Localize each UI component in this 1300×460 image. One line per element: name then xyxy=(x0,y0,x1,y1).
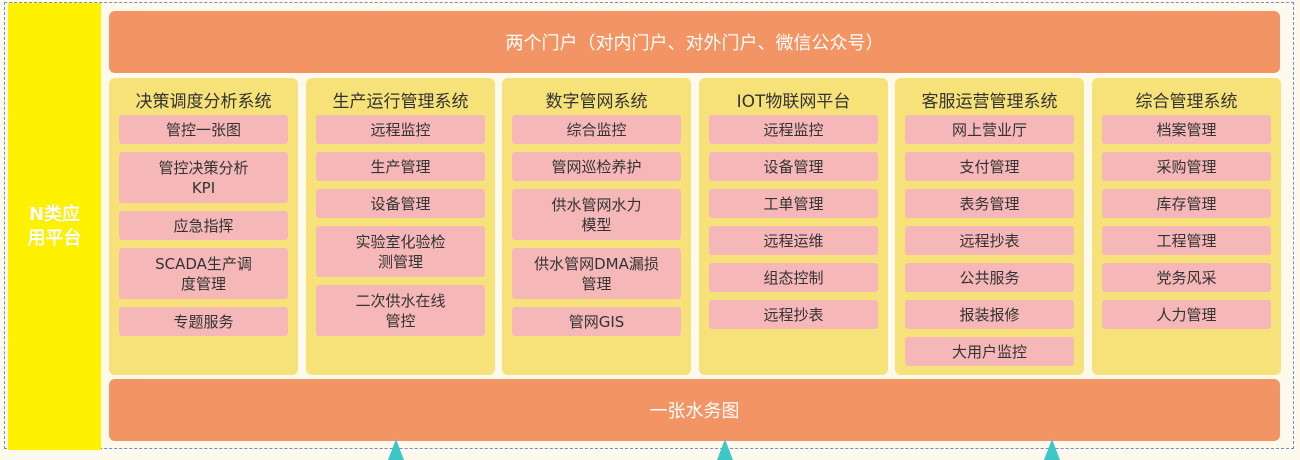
module-item: 远程抄表 xyxy=(709,300,878,329)
up-arrow-icon xyxy=(1044,439,1060,460)
up-arrow-icon xyxy=(388,439,404,460)
module-item: 生产管理 xyxy=(316,152,485,181)
module-item: 远程监控 xyxy=(709,115,878,144)
system-column: IOT物联网平台远程监控设备管理工单管理远程运维组态控制远程抄表 xyxy=(699,78,888,375)
system-column-title: 决策调度分析系统 xyxy=(135,92,272,112)
system-column: 综合管理系统档案管理采购管理库存管理工程管理党务风采人力管理 xyxy=(1092,78,1281,375)
module-item: 专题服务 xyxy=(119,307,288,336)
module-item: 档案管理 xyxy=(1102,115,1271,144)
system-column: 客服运营管理系统网上营业厅支付管理表务管理远程抄表公共服务报装报修大用户监控 xyxy=(895,78,1084,375)
module-item: 网上营业厅 xyxy=(905,115,1074,144)
water-map-band: 一张水务图 xyxy=(109,379,1280,441)
module-item: 二次供水在线 管控 xyxy=(316,285,485,336)
module-item: 设备管理 xyxy=(316,189,485,218)
module-item: 管控一张图 xyxy=(119,115,288,144)
module-item: 工单管理 xyxy=(709,189,878,218)
portal-band-label: 两个门户（对内门户、对外门户、微信公众号） xyxy=(505,33,884,54)
system-column: 数字管网系统综合监控管网巡检养护供水管网水力 模型 供水管网DMA漏损 管理管网G… xyxy=(502,78,691,375)
module-item: 供水管网DMA漏损 管理 xyxy=(512,248,681,299)
platform-label: N类应用平台 xyxy=(27,203,82,249)
module-item: 远程抄表 xyxy=(905,226,1074,255)
module-item: 应急指挥 xyxy=(119,211,288,240)
water-map-band-label: 一张水务图 xyxy=(649,401,740,422)
module-item: 管控决策分析 KPI xyxy=(119,152,288,203)
module-item: 人力管理 xyxy=(1102,300,1271,329)
module-item: 组态控制 xyxy=(709,263,878,292)
platform-bar: N类应用平台 xyxy=(8,3,101,450)
module-item: 党务风采 xyxy=(1102,263,1271,292)
module-item: 报装报修 xyxy=(905,300,1074,329)
module-item: 大用户监控 xyxy=(905,337,1074,366)
system-column-title: 综合管理系统 xyxy=(1135,92,1238,112)
module-item: 支付管理 xyxy=(905,152,1074,181)
module-item: 设备管理 xyxy=(709,152,878,181)
system-column-title: 生产运行管理系统 xyxy=(332,92,469,112)
module-item: SCADA生产调 度管理 xyxy=(119,248,288,299)
module-item: 采购管理 xyxy=(1102,152,1271,181)
module-item: 实验室化验检 测管理 xyxy=(316,226,485,277)
module-item: 表务管理 xyxy=(905,189,1074,218)
architecture-diagram: N类应用平台 两个门户（对内门户、对外门户、微信公众号） 决策调度分析系统管控一… xyxy=(0,0,1300,460)
up-arrow-icon xyxy=(717,439,733,460)
module-item: 库存管理 xyxy=(1102,189,1271,218)
module-item: 远程监控 xyxy=(316,115,485,144)
system-column: 决策调度分析系统管控一张图管控决策分析 KPI 应急指挥 SCADA生产调 度管理专… xyxy=(109,78,298,375)
system-column: 生产运行管理系统远程监控生产管理设备管理实验室化验检 测管理 二次供水在线 管控 xyxy=(306,78,495,375)
module-item: 远程运维 xyxy=(709,226,878,255)
module-item: 工程管理 xyxy=(1102,226,1271,255)
module-item: 管网巡检养护 xyxy=(512,152,681,181)
module-item: 供水管网水力 模型 xyxy=(512,189,681,240)
module-item: 综合监控 xyxy=(512,115,681,144)
portal-band: 两个门户（对内门户、对外门户、微信公众号） xyxy=(109,11,1280,73)
system-column-title: 数字管网系统 xyxy=(545,92,648,112)
module-item: 公共服务 xyxy=(905,263,1074,292)
system-column-title: IOT物联网平台 xyxy=(736,92,851,112)
system-column-title: 客服运营管理系统 xyxy=(921,92,1058,112)
module-item: 管网GIS xyxy=(512,307,681,336)
